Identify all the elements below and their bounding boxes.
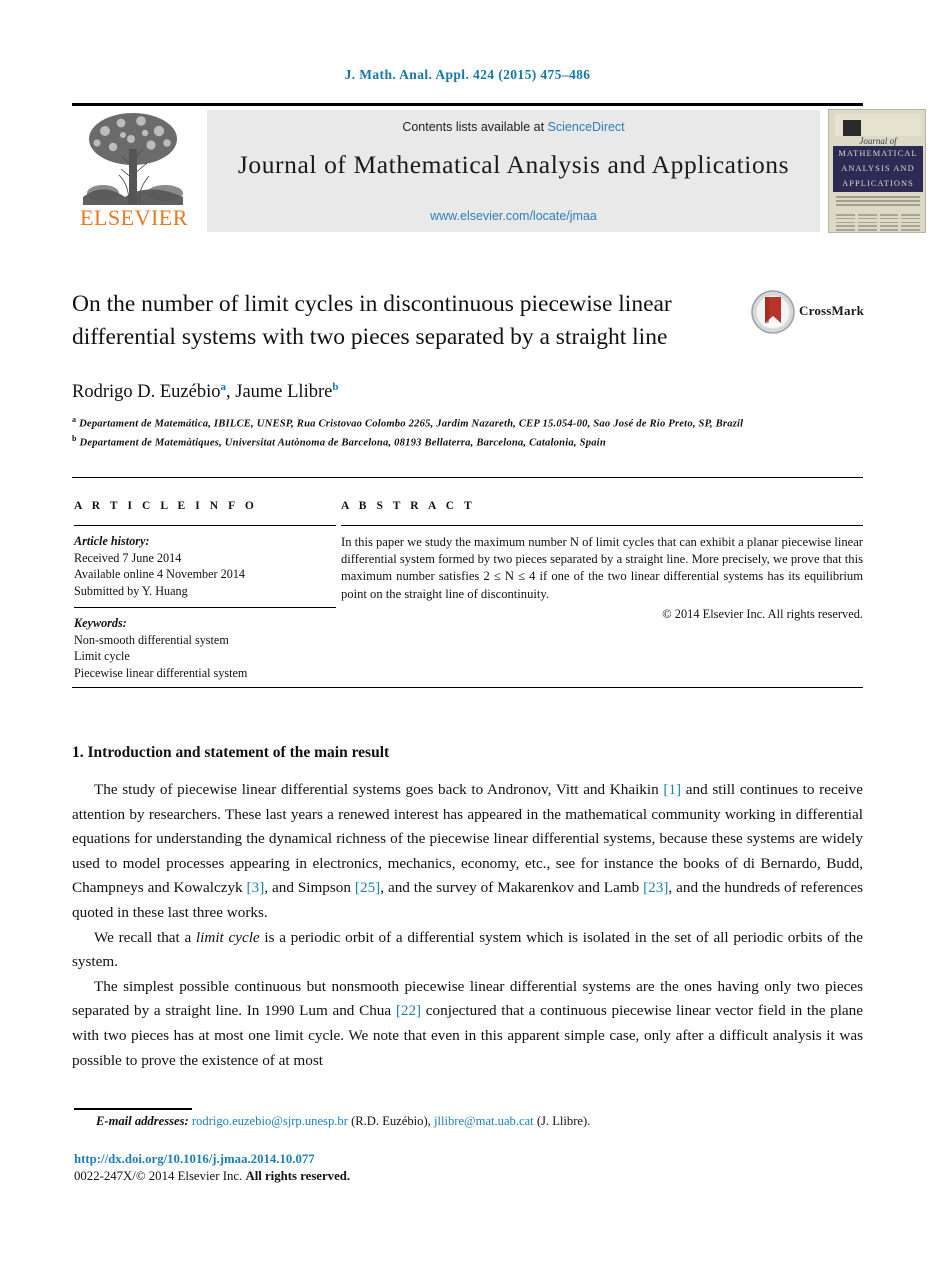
email-owner-1: (R.D. Euzébio), bbox=[351, 1114, 431, 1128]
affiliation-list: a Departament de Matemática, IBILCE, UNE… bbox=[72, 413, 863, 451]
info-section-top-rule bbox=[72, 477, 863, 478]
crossmark-icon bbox=[751, 290, 795, 334]
author-1-name: Rodrigo D. Euzébio bbox=[72, 382, 221, 403]
cover-text-lines bbox=[836, 196, 920, 208]
keyword-item: Non-smooth differential system bbox=[74, 632, 229, 647]
contents-lists-prefix: Contents lists available at bbox=[402, 120, 545, 134]
p1-text-a: The study of piecewise linear differenti… bbox=[94, 781, 664, 798]
article-history-online: Available online 4 November 2014 bbox=[74, 567, 246, 581]
citation-ref-25[interactable]: [25] bbox=[355, 879, 380, 896]
citation-ref-23[interactable]: [23] bbox=[643, 879, 668, 896]
article-history-submitted: Submitted by Y. Huang bbox=[74, 583, 188, 598]
cover-band-line-3: APPLICATIONS bbox=[842, 179, 914, 188]
journal-title: Journal of Mathematical Analysis and App… bbox=[237, 150, 790, 179]
affiliation-b-mark: b bbox=[72, 434, 77, 444]
footnote-rule bbox=[74, 1108, 192, 1110]
author-list: Rodrigo D. Euzébioa, Jaume Llibreb bbox=[72, 381, 863, 403]
author-separator: , bbox=[226, 382, 236, 403]
elsevier-wordmark: ELSEVIER bbox=[80, 205, 188, 230]
crossmark-label: CrossMark bbox=[799, 303, 865, 318]
keywords-label: Keywords: bbox=[74, 616, 127, 630]
article-info-column: A R T I C L E I N F O Article history: R… bbox=[74, 500, 336, 681]
affiliation-a-mark: a bbox=[72, 415, 77, 425]
article-info-divider bbox=[74, 525, 336, 526]
article-body: 1. Introduction and statement of the mai… bbox=[72, 744, 863, 1073]
issn-rights: All rights reserved. bbox=[245, 1169, 351, 1183]
title-block: On the number of limit cycles in discont… bbox=[72, 288, 865, 451]
affiliation-b-text: Departament de Matemàtiques, Universitat… bbox=[79, 437, 606, 449]
email-link-euzebio[interactable]: rodrigo.euzebio@sjrp.unesp.br bbox=[192, 1114, 348, 1128]
abstract-heading: A B S T R A C T bbox=[341, 500, 476, 512]
author-2-affil-mark[interactable]: b bbox=[332, 381, 338, 393]
running-head: J. Math. Anal. Appl. 424 (2015) 475–486 bbox=[344, 67, 591, 82]
sciencedirect-link[interactable]: ScienceDirect bbox=[548, 120, 625, 134]
elsevier-logo: ELSEVIER bbox=[75, 109, 193, 233]
issn-number: 0022-247X/ bbox=[74, 1169, 136, 1183]
abstract-copyright: © 2014 Elsevier Inc. All rights reserved… bbox=[662, 606, 863, 621]
affiliation-a-text: Departament de Matemática, IBILCE, UNESP… bbox=[79, 418, 744, 430]
p1-text-c: , and Simpson bbox=[264, 879, 355, 897]
citation-ref-3[interactable]: [3] bbox=[247, 879, 265, 896]
info-section-bottom-rule bbox=[72, 687, 863, 688]
masthead-top-rule bbox=[72, 103, 863, 106]
keyword-item: Piecewise linear differential system bbox=[74, 665, 248, 680]
paper-page: J. Math. Anal. Appl. 424 (2015) 475–486 bbox=[0, 0, 935, 1266]
issn-copyright: © 2014 Elsevier Inc. bbox=[135, 1169, 246, 1183]
citation-ref-1[interactable]: [1] bbox=[663, 781, 681, 798]
abstract-divider bbox=[341, 525, 863, 526]
article-history-block: Article history: Received 7 June 2014 Av… bbox=[74, 533, 336, 599]
cover-title-band: MATHEMATICAL ANALYSIS AND APPLICATIONS bbox=[833, 146, 923, 192]
cover-band-line-2: ANALYSIS AND bbox=[841, 164, 915, 173]
cover-script-line: Journal of bbox=[859, 136, 897, 146]
email-addresses-line: E-mail addresses: rodrigo.euzebio@sjrp.u… bbox=[74, 1114, 865, 1129]
cover-band-line-1: MATHEMATICAL bbox=[838, 149, 918, 158]
keyword-item: Limit cycle bbox=[74, 649, 130, 663]
email-owner-2: (J. Llibre). bbox=[536, 1114, 591, 1128]
paragraph-2: We recall that a limit cycle is a period… bbox=[72, 926, 863, 975]
email-addresses-label: E-mail addresses: bbox=[96, 1114, 189, 1128]
p1-text-d: , and the survey of Makarenkov and Lamb bbox=[380, 879, 644, 897]
p2-text-a: We recall that a bbox=[94, 928, 196, 946]
elsevier-tree-icon bbox=[83, 113, 183, 205]
cover-top-bar bbox=[835, 114, 921, 136]
journal-masthead: ELSEVIER Contents lists available at Sci… bbox=[72, 103, 926, 233]
doi-link[interactable]: http://dx.doi.org/10.1016/j.jmaa.2014.10… bbox=[74, 1152, 315, 1167]
article-info-heading: A R T I C L E I N F O bbox=[74, 500, 258, 512]
masthead-grey-panel: Contents lists available at ScienceDirec… bbox=[207, 110, 820, 232]
citation-ref-22[interactable]: [22] bbox=[396, 1002, 421, 1019]
p2-emphasis-limit-cycle: limit cycle bbox=[195, 928, 260, 946]
abstract-column: A B S T R A C T In this paper we study t… bbox=[341, 500, 863, 622]
cover-column-lines bbox=[836, 214, 920, 232]
keywords-block: Keywords: Non-smooth differential system… bbox=[74, 615, 336, 681]
affiliation-b: b Departament de Matemàtiques, Universit… bbox=[72, 432, 863, 451]
article-history-label: Article history: bbox=[74, 534, 150, 548]
paragraph-3: The simplest possible continuous but non… bbox=[72, 975, 863, 1073]
keywords-divider bbox=[74, 607, 336, 608]
contents-lists-line: Contents lists available at ScienceDirec… bbox=[207, 120, 820, 134]
issn-copyright-line: 0022-247X/© 2014 Elsevier Inc. All right… bbox=[74, 1169, 350, 1184]
abstract-text: In this paper we study the maximum numbe… bbox=[341, 535, 863, 601]
section-heading-introduction: 1. Introduction and statement of the mai… bbox=[72, 744, 390, 761]
journal-homepage-link[interactable]: www.elsevier.com/locate/jmaa bbox=[207, 209, 820, 223]
journal-cover-thumbnail: Journal of MATHEMATICAL ANALYSIS AND APP… bbox=[828, 109, 926, 233]
page-title: On the number of limit cycles in discont… bbox=[72, 291, 672, 350]
author-2-name: Jaume Llibre bbox=[235, 382, 333, 403]
paragraph-1: The study of piecewise linear differenti… bbox=[72, 778, 863, 926]
article-history-received: Received 7 June 2014 bbox=[74, 550, 182, 565]
crossmark-badge[interactable]: CrossMark bbox=[751, 290, 865, 336]
cover-elsevier-mark-icon bbox=[843, 120, 861, 136]
affiliation-a: a Departament de Matemática, IBILCE, UNE… bbox=[72, 413, 863, 432]
email-link-llibre[interactable]: jllibre@mat.uab.cat bbox=[434, 1114, 534, 1128]
